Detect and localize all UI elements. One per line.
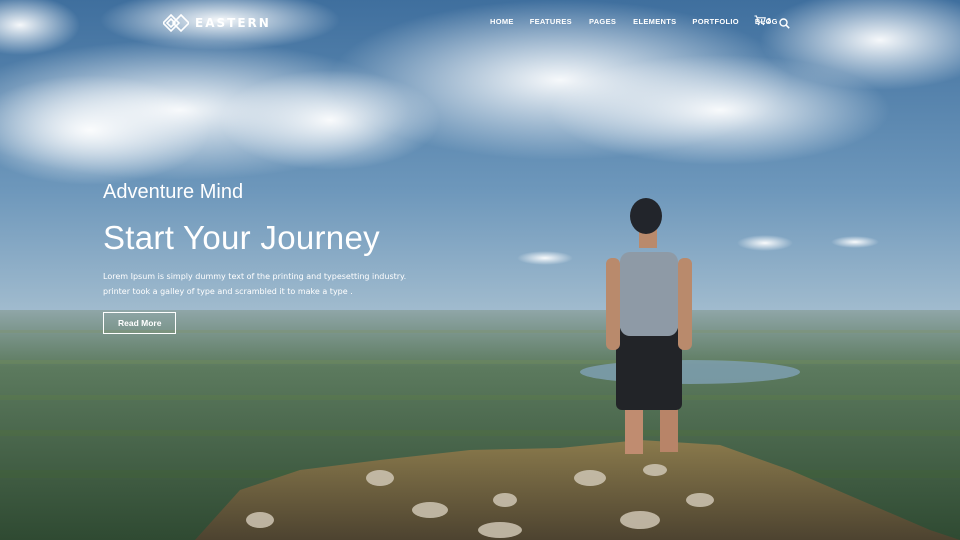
hero-content: Adventure Mind Start Your Journey Lorem …	[103, 180, 413, 334]
search-button[interactable]	[779, 16, 790, 34]
hero-description: Lorem Ipsum is simply dummy text of the …	[103, 269, 413, 299]
cart-count-badge: 2	[767, 18, 771, 25]
hero-title: Start Your Journey	[103, 219, 380, 256]
diamond-logo-icon	[163, 14, 189, 32]
nav-elements[interactable]: ELEMENTS	[633, 17, 676, 26]
cart-button[interactable]: 2	[754, 15, 771, 26]
nav-features[interactable]: FEATURES	[530, 17, 572, 26]
brand-logo[interactable]: EASTERN	[163, 14, 271, 32]
hero-subtitle: Adventure Mind	[103, 181, 244, 203]
nav-pages[interactable]: PAGES	[589, 17, 616, 26]
search-icon	[779, 18, 790, 29]
brand-name: EASTERN	[195, 16, 271, 30]
shopping-cart-icon	[754, 15, 766, 26]
nav-home[interactable]: HOME	[490, 17, 514, 26]
site-header: EASTERN HOME FEATURES PAGES ELEMENTS POR…	[0, 0, 960, 46]
read-more-button[interactable]: Read More	[103, 312, 177, 334]
hero-description-line-2: printer took a galley of type and scramb…	[103, 287, 353, 296]
nav-portfolio[interactable]: PORTFOLIO	[692, 17, 738, 26]
main-nav: HOME FEATURES PAGES ELEMENTS PORTFOLIO B…	[490, 17, 778, 26]
hero-description-line-1: Lorem Ipsum is simply dummy text of the …	[103, 272, 407, 281]
hero-section: EASTERN HOME FEATURES PAGES ELEMENTS POR…	[0, 0, 960, 540]
